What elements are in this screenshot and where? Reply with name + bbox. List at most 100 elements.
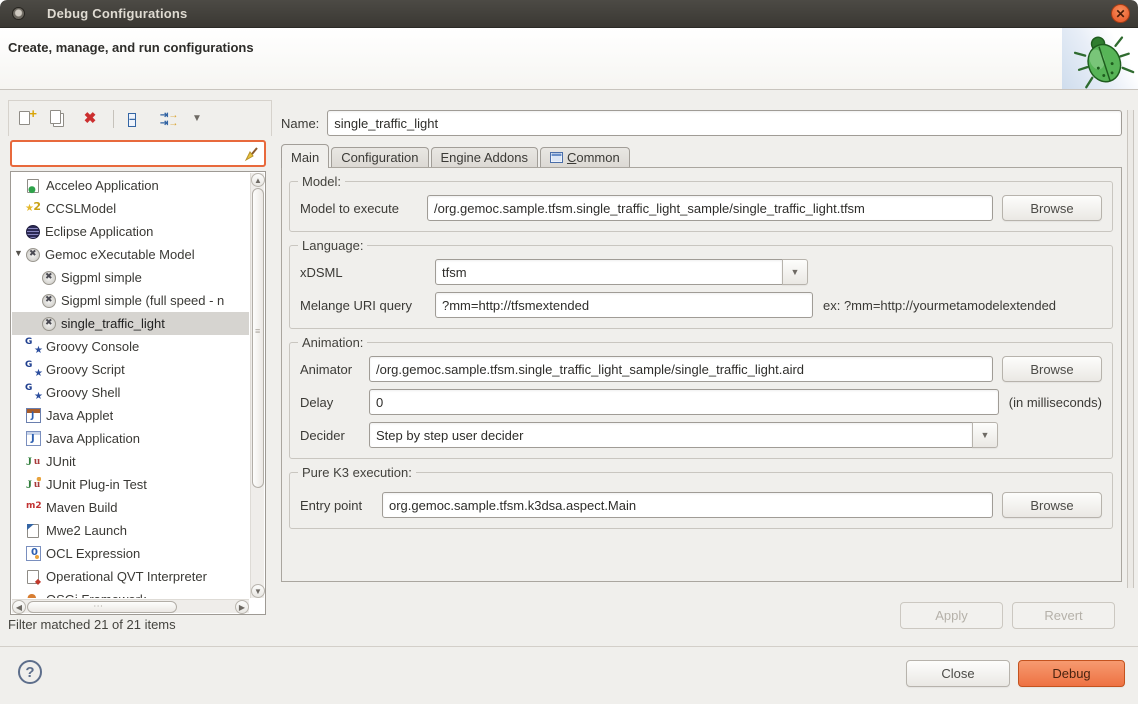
clear-filter-broom-icon[interactable] [243,146,259,162]
animation-group: Animation: Animator Browse Delay (in mil… [289,342,1113,459]
tab-main[interactable]: Main [281,144,329,168]
junit-plugin-icon [26,477,41,492]
panel-scrollbar-track[interactable] [1127,110,1134,588]
model-browse-button[interactable]: Browse [1002,195,1102,221]
gemoc-icon [42,271,56,285]
tree-item-label: Groovy Console [46,339,139,354]
scroll-right-icon[interactable]: ▶ [235,600,249,614]
vertical-scroll-thumb[interactable] [252,188,264,488]
beetle-icon [1066,28,1138,89]
melange-uri-hint: ex: ?mm=http://yourmetamodelextended [823,298,1056,313]
tree-item-label: Sigpml simple [61,270,142,285]
junit-icon [26,454,41,469]
tree-item-label: Gemoc eXecutable Model [45,247,195,262]
animator-label: Animator [300,362,369,377]
xdsml-combo[interactable]: ▼ [435,259,808,285]
configuration-panel: Name: Main Configuration Engine Addons C… [281,110,1122,629]
eclipse-icon [26,225,40,239]
gemoc-icon [42,294,56,308]
tree-item[interactable]: Maven Build [12,496,249,519]
decider-combo[interactable]: ▼ [369,422,998,448]
tree-item[interactable]: OSGi Framework [12,588,249,598]
filter-configurations-icon[interactable]: ⇥→⇥→ [160,110,178,128]
tree-item[interactable]: JUnit Plug-in Test [12,473,249,496]
tree-item-label: JUnit [46,454,76,469]
window-icon [12,7,25,20]
tree-vertical-scrollbar[interactable]: ▲ ▼ [250,173,264,598]
decider-label: Decider [300,428,369,443]
new-configuration-icon[interactable]: + [17,110,35,128]
tree-item-label: Maven Build [46,500,118,515]
window-close-button[interactable]: ✕ [1111,4,1130,23]
decider-combo-arrow-icon[interactable]: ▼ [972,422,998,448]
titlebar[interactable]: Debug Configurations ✕ [0,0,1138,28]
close-button[interactable]: Close [906,660,1010,687]
tree-item-label: Operational QVT Interpreter [46,569,207,584]
pure-k3-group: Pure K3 execution: Entry point Browse [289,472,1113,529]
tree-item[interactable]: Operational QVT Interpreter [12,565,249,588]
expand-chevron-icon[interactable]: ▼ [14,248,23,258]
tree-item[interactable]: Mwe2 Launch [12,519,249,542]
filter-input[interactable] [17,146,243,161]
toolbar-menu-dropdown-icon[interactable]: ▼ [192,110,210,128]
configurations-tree: Acceleo Application CCSLModel Eclipse Appl… [10,171,266,615]
tab-configuration[interactable]: Configuration [331,147,428,167]
scroll-left-icon[interactable]: ◀ [12,600,26,614]
horizontal-scroll-thumb[interactable] [27,601,177,613]
revert-button[interactable]: Revert [1012,602,1115,629]
config-tabs: Main Configuration Engine Addons Common [281,143,1122,167]
tree-item[interactable]: Sigpml simple (full speed - n [12,289,249,312]
duplicate-configuration-icon[interactable] [49,110,67,128]
debug-configurations-dialog: Debug Configurations ✕ Create, manage, a… [0,0,1138,704]
name-label: Name: [281,116,319,131]
name-input[interactable] [327,110,1122,136]
entry-point-label: Entry point [300,498,382,513]
tree-item[interactable]: CCSLModel [12,197,249,220]
tree-item[interactable]: Sigpml simple [12,266,249,289]
xdsml-combo-arrow-icon[interactable]: ▼ [782,259,808,285]
entry-point-input[interactable] [382,492,993,518]
collapse-all-icon[interactable]: − [128,110,146,128]
entry-point-browse-button[interactable]: Browse [1002,492,1102,518]
delete-configuration-icon[interactable]: ✖ [81,110,99,128]
apply-button[interactable]: Apply [900,602,1003,629]
tree-item[interactable]: Groovy Shell [12,381,249,404]
debug-button[interactable]: Debug [1018,660,1125,687]
model-to-execute-input[interactable] [427,195,993,221]
melange-uri-label: Melange URI query [300,298,435,313]
tree-horizontal-scrollbar[interactable]: ◀ ▶ [12,599,249,613]
maven-icon [26,500,41,515]
gemoc-icon [42,317,56,331]
tree-item-label: Sigpml simple (full speed - n [61,293,224,308]
animator-input[interactable] [369,356,993,382]
delay-input[interactable] [369,389,999,415]
tree-item[interactable]: ▼ Gemoc eXecutable Model [12,243,249,266]
help-button[interactable]: ? [18,660,42,684]
tree-item[interactable]: Java Application [12,427,249,450]
tree-item[interactable]: Eclipse Application [12,220,249,243]
tree-item[interactable]: Groovy Script [12,358,249,381]
tab-engine-addons[interactable]: Engine Addons [431,147,538,167]
tree-item[interactable]: OCL Expression [12,542,249,565]
tree-item-label: CCSLModel [46,201,116,216]
tab-common[interactable]: Common [540,147,630,167]
delay-hint: (in milliseconds) [1009,395,1102,410]
tree-item[interactable]: Java Applet [12,404,249,427]
scroll-up-icon[interactable]: ▲ [251,173,265,187]
melange-uri-input[interactable] [435,292,813,318]
tree-item[interactable]: Acceleo Application [12,174,249,197]
java-app-icon [26,431,41,446]
decider-combo-input[interactable] [369,422,973,448]
tree-item[interactable]: single_traffic_light [12,312,249,335]
scroll-down-icon[interactable]: ▼ [251,584,265,598]
tree-item[interactable]: Groovy Console [12,335,249,358]
tree-item-label: Groovy Shell [46,385,120,400]
xdsml-combo-input[interactable] [435,259,783,285]
table-icon [550,152,563,163]
toolbar-separator [113,110,114,128]
animator-browse-button[interactable]: Browse [1002,356,1102,382]
model-group: Model: Model to execute Browse [289,181,1113,232]
main-tab-content: Model: Model to execute Browse Language:… [281,167,1122,582]
tree-item[interactable]: JUnit [12,450,249,473]
groovy-icon [26,385,41,400]
